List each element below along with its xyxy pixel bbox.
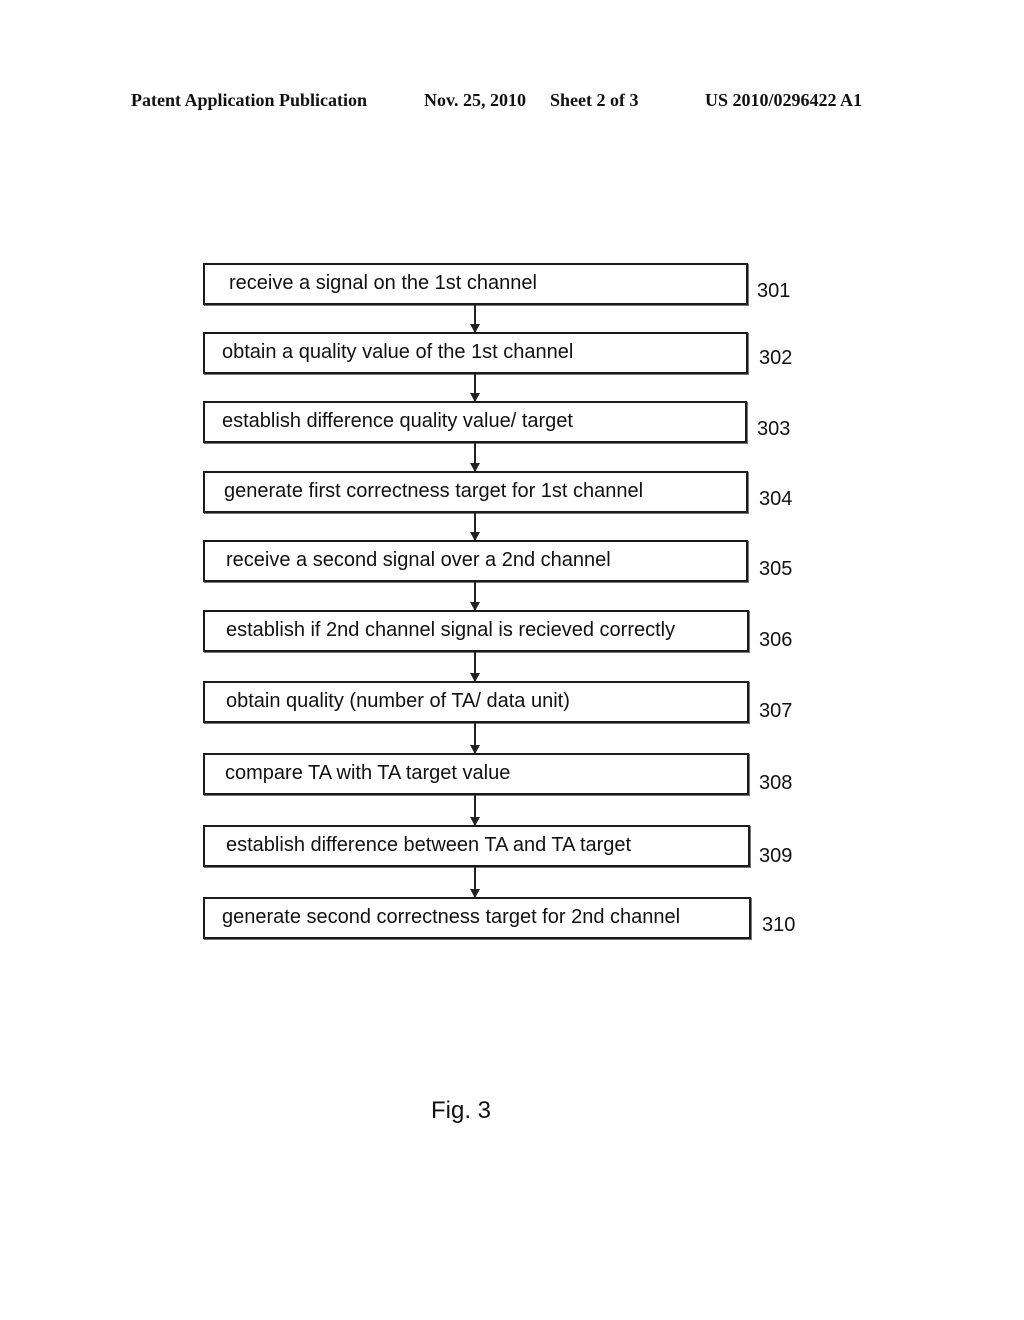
publication-date: Nov. 25, 2010 xyxy=(424,90,527,110)
publication-type: Patent Application Publication xyxy=(131,90,368,110)
step-text: obtain quality (number of TA/ data unit) xyxy=(226,690,570,712)
process-step-box: establish difference quality value/ targ… xyxy=(203,401,747,443)
step-reference-number: 303 xyxy=(757,418,791,440)
process-step-box: receive a signal on the 1st channel xyxy=(203,263,748,305)
flow-arrow-icon xyxy=(470,443,480,472)
page-header: Patent Application Publication Nov. 25, … xyxy=(0,90,1024,114)
patent-number: US 2010/0296422 A1 xyxy=(705,90,863,110)
process-step-box: establish if 2nd channel signal is recie… xyxy=(203,610,749,652)
step-reference-number: 308 xyxy=(759,772,793,794)
flow-arrow-icon xyxy=(470,867,480,898)
step-text: receive a second signal over a 2nd chann… xyxy=(226,549,611,571)
step-text: obtain a quality value of the 1st channe… xyxy=(222,341,574,363)
step-text: compare TA with TA target value xyxy=(225,762,511,784)
flow-arrow-icon xyxy=(470,374,480,402)
step-reference-number: 301 xyxy=(757,280,791,302)
step-reference-number: 306 xyxy=(759,629,793,651)
step-reference-number: 307 xyxy=(759,700,793,722)
process-step-box: generate second correctness target for 2… xyxy=(203,897,751,939)
process-step-box: receive a second signal over a 2nd chann… xyxy=(203,540,748,582)
step-text: establish if 2nd channel signal is recie… xyxy=(226,619,676,641)
flow-arrow-icon xyxy=(470,582,480,611)
step-reference-number: 310 xyxy=(762,914,796,936)
step-text: establish difference between TA and TA t… xyxy=(226,834,632,856)
process-step-box: obtain quality (number of TA/ data unit) xyxy=(203,681,749,723)
process-step-box: establish difference between TA and TA t… xyxy=(203,825,750,867)
step-reference-number: 304 xyxy=(759,488,793,510)
figure-label: Fig. 3 xyxy=(431,1097,492,1124)
flow-arrow-icon xyxy=(470,305,480,333)
step-reference-number: 302 xyxy=(759,347,793,369)
flow-arrow-icon xyxy=(470,795,480,826)
process-step-box: obtain a quality value of the 1st channe… xyxy=(203,332,748,374)
process-step-box: compare TA with TA target value xyxy=(203,753,749,795)
step-reference-number: 305 xyxy=(759,558,793,580)
sheet-number: Sheet 2 of 3 xyxy=(550,90,639,110)
flow-arrow-icon xyxy=(470,723,480,754)
step-text: generate first correctness target for 1s… xyxy=(224,480,644,502)
step-text: generate second correctness target for 2… xyxy=(222,906,681,928)
process-step-box: generate first correctness target for 1s… xyxy=(203,471,748,513)
flow-arrow-icon xyxy=(470,652,480,682)
flow-arrow-icon xyxy=(470,513,480,541)
step-text: receive a signal on the 1st channel xyxy=(229,272,537,294)
step-reference-number: 309 xyxy=(759,845,793,867)
step-text: establish difference quality value/ targ… xyxy=(222,410,573,432)
